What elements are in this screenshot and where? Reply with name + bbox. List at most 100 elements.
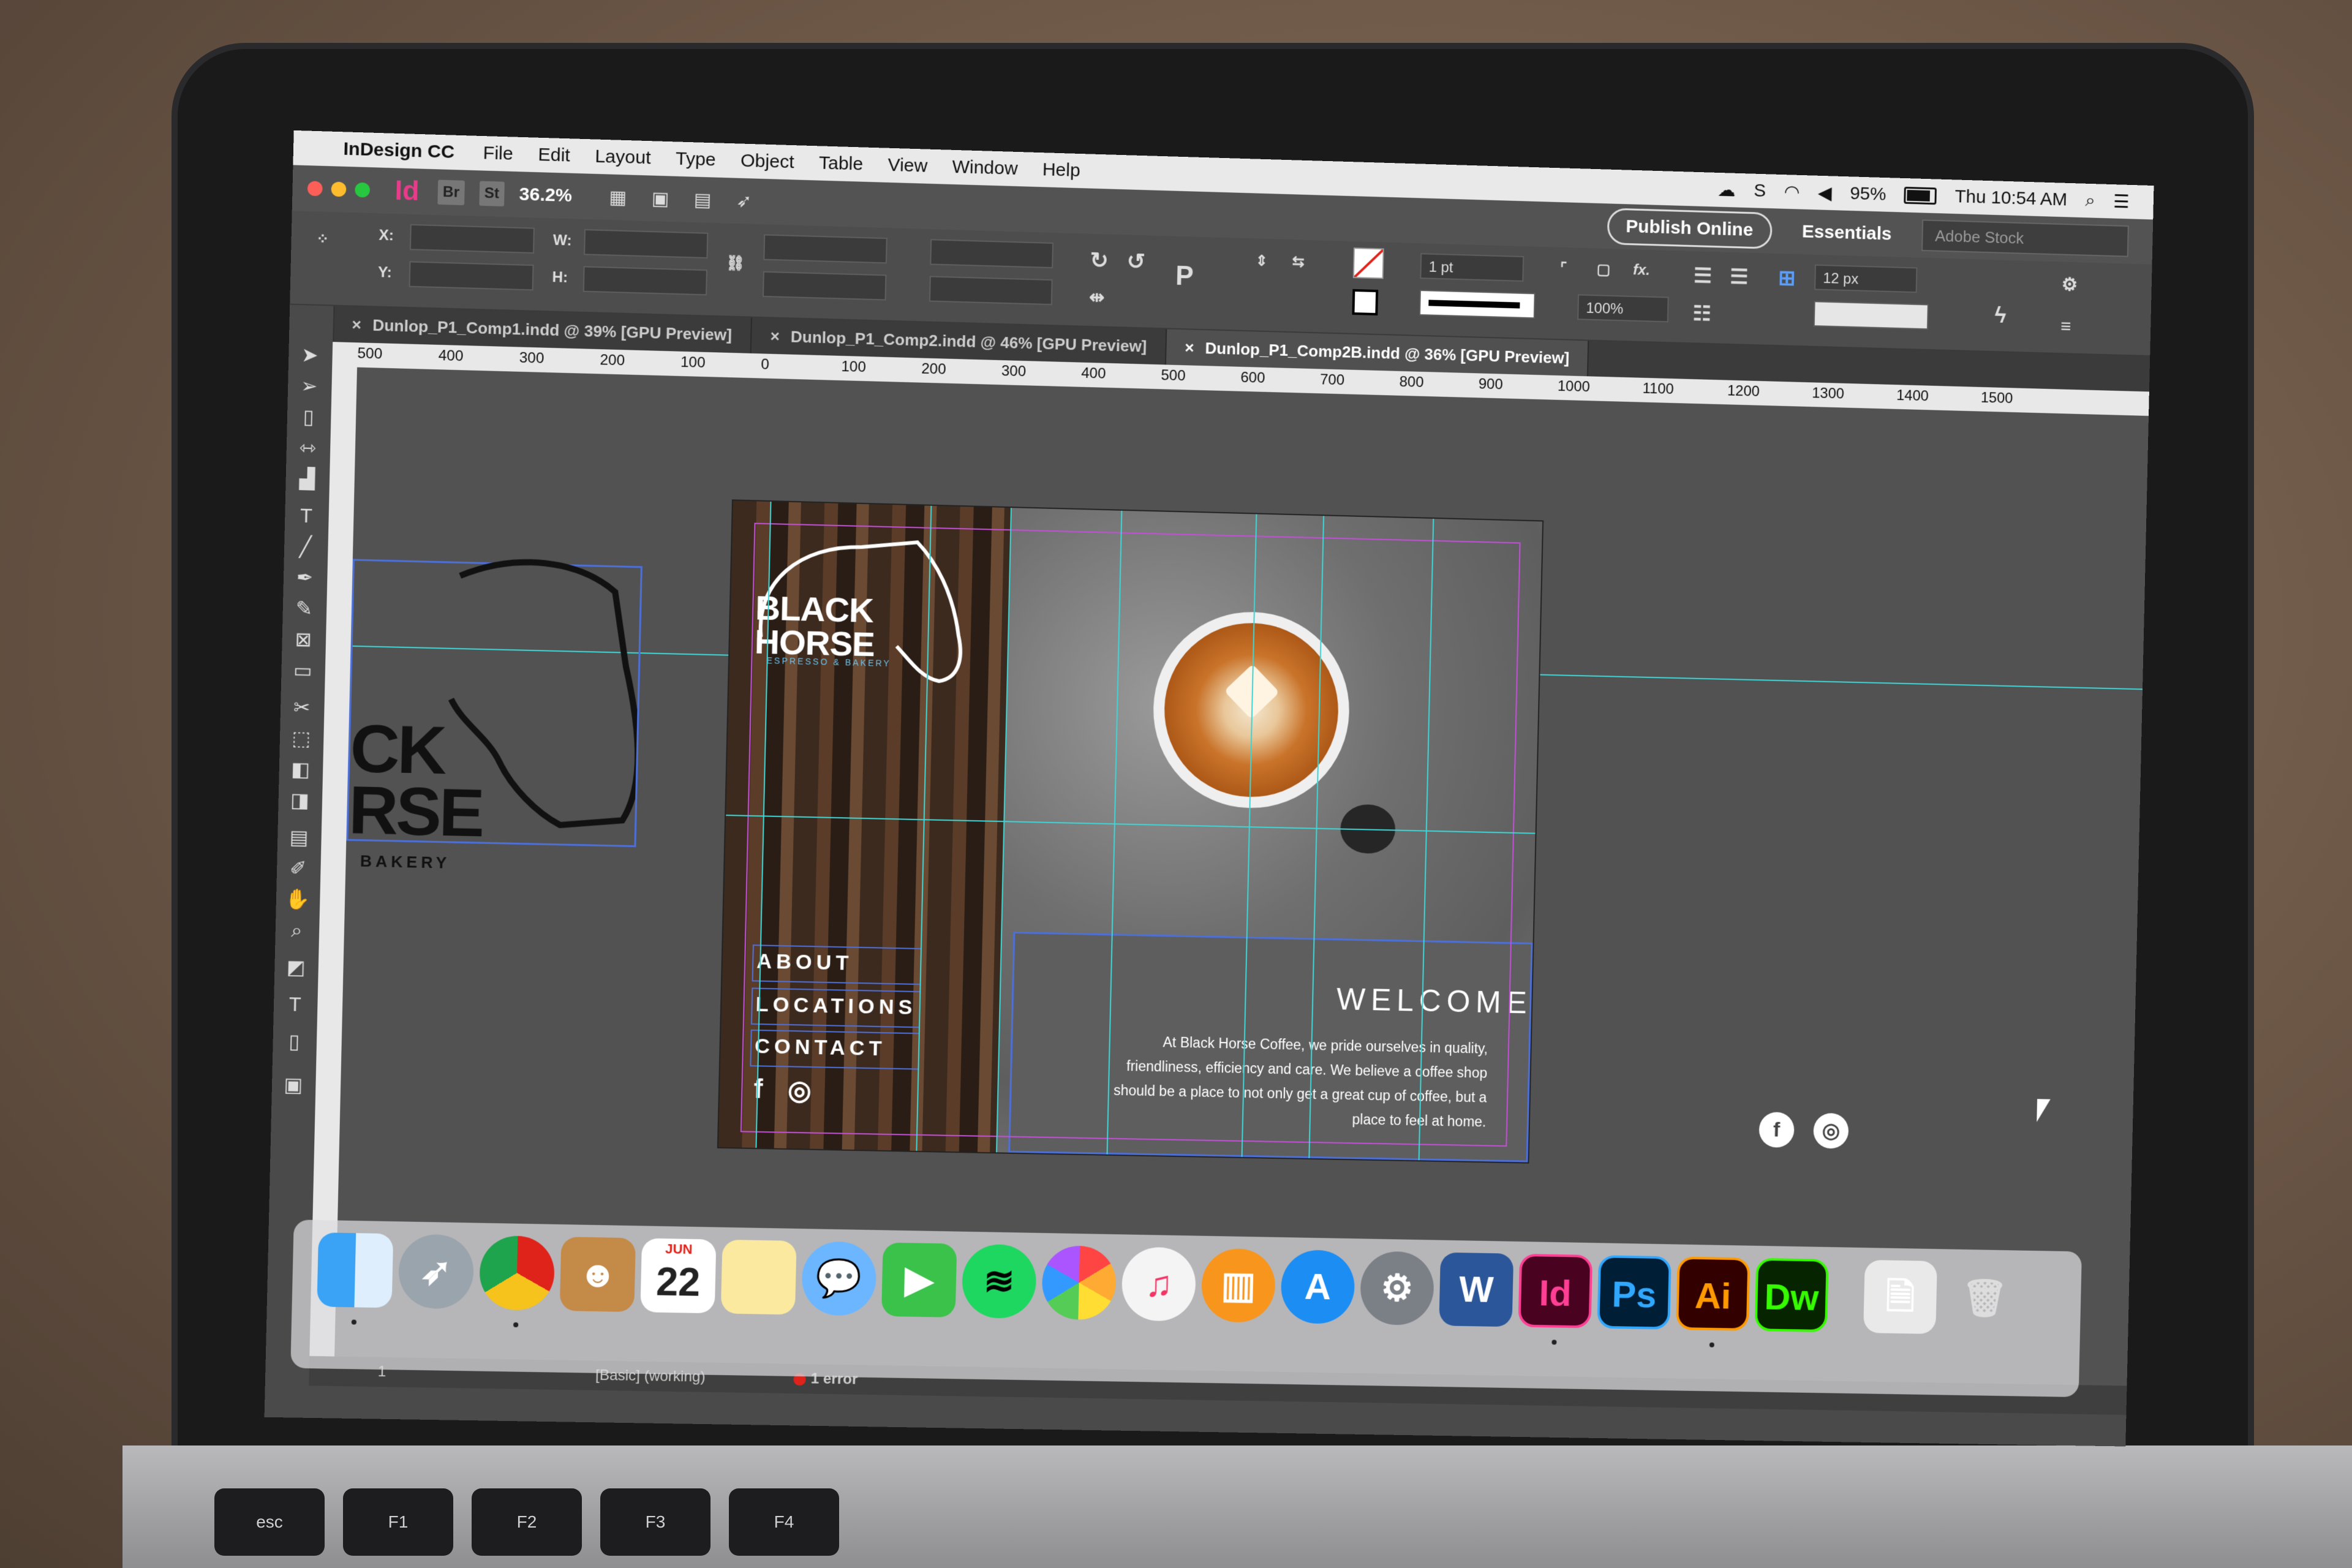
battery-percent[interactable]: 95% — [1850, 183, 1887, 205]
width-field[interactable] — [584, 229, 709, 259]
close-window-button[interactable] — [307, 181, 323, 197]
fill-stroke-icon[interactable]: ◩ — [283, 954, 309, 979]
text-frame-options-icon[interactable]: ☷ — [1692, 301, 1711, 326]
publish-online-button[interactable]: Publish Online — [1607, 208, 1773, 249]
flip-horizontal-icon[interactable]: ⇹ — [1089, 287, 1105, 309]
opacity-field[interactable]: 100% — [1577, 294, 1669, 323]
quick-apply-icon[interactable]: ϟ — [1994, 303, 2007, 328]
battery-icon[interactable] — [1904, 186, 1937, 205]
bridge-button[interactable]: Br — [437, 179, 465, 206]
rectangle-tool-icon[interactable]: ▭ — [290, 658, 315, 683]
volume-icon[interactable]: ◀ — [1818, 182, 1833, 203]
settings-gear-icon[interactable]: ⚙ — [2061, 274, 2078, 295]
free-transform-tool-icon[interactable]: ⬚ — [288, 726, 314, 751]
type-tool-icon[interactable]: T — [293, 503, 319, 528]
adobe-stock-search[interactable]: Adobe Stock — [1921, 219, 2129, 257]
menu-view[interactable]: View — [875, 154, 940, 177]
formatting-affects-icon[interactable]: T — [282, 992, 308, 1017]
scale-x-field[interactable] — [763, 234, 888, 264]
menu-edit[interactable]: Edit — [526, 144, 583, 167]
menu-app-name[interactable]: InDesign CC — [337, 138, 471, 164]
x-field[interactable] — [409, 224, 535, 254]
rotation-field[interactable] — [930, 239, 1054, 269]
apply-color-icon[interactable]: ▯ — [281, 1029, 307, 1054]
chrome-icon[interactable] — [478, 1235, 556, 1311]
menu-object[interactable]: Object — [728, 150, 807, 173]
eyedropper-tool-icon[interactable]: ✐ — [285, 856, 311, 881]
align-right-icon[interactable]: ☰ — [1730, 265, 1749, 290]
direct-selection-tool-icon[interactable]: ➢ — [296, 373, 322, 398]
spotlight-icon[interactable]: ⌕ — [2085, 190, 2095, 211]
menu-layout[interactable]: Layout — [582, 146, 663, 169]
close-tab-icon[interactable]: × — [1185, 338, 1194, 356]
facetime-icon[interactable]: ▶ — [881, 1242, 957, 1317]
notification-center-icon[interactable]: ☰ — [2113, 191, 2130, 213]
column-gutter-field[interactable]: 12 px — [1814, 264, 1918, 293]
itunes-icon[interactable]: ♫ — [1121, 1246, 1197, 1322]
skype-icon[interactable]: S — [1754, 181, 1766, 202]
stroke-weight-field[interactable]: 1 pt — [1420, 253, 1525, 282]
gradient-swatch-tool-icon[interactable]: ◧ — [288, 756, 314, 782]
pencil-tool-icon[interactable]: ✎ — [292, 596, 317, 621]
downloads-stack-icon[interactable]: 🗎 — [1863, 1259, 1937, 1335]
trash-icon[interactable]: 🗑 — [1948, 1261, 2022, 1335]
rotate-ccw-icon[interactable]: ↺ — [1126, 248, 1145, 274]
paragraph-icon[interactable]: P — [1175, 261, 1194, 292]
arrange-documents-icon[interactable]: ▤ — [694, 189, 712, 211]
previous-page-frame[interactable]: CK RSE BAKERY — [346, 559, 643, 872]
stroke-swatch[interactable] — [1352, 288, 1379, 316]
menu-clock[interactable]: Thu 10:54 AM — [1954, 186, 2067, 210]
panel-menu-icon[interactable]: ≡ — [2060, 317, 2071, 337]
effects-icon[interactable]: fx. — [1633, 262, 1650, 279]
menu-type[interactable]: Type — [663, 148, 728, 171]
calendar-icon[interactable]: JUN 22 — [640, 1238, 717, 1314]
publish-rocket-icon[interactable]: ➶ — [736, 190, 752, 212]
pen-tool-icon[interactable]: ✒ — [292, 565, 318, 590]
corner-options-icon[interactable]: ⌜ — [1560, 260, 1567, 277]
menu-window[interactable]: Window — [940, 156, 1030, 179]
app-store-icon[interactable]: A — [1280, 1250, 1355, 1324]
illustrator-dock-icon[interactable]: Ai — [1676, 1256, 1751, 1331]
wifi-icon[interactable]: ◠ — [1784, 181, 1800, 203]
menu-table[interactable]: Table — [806, 153, 875, 175]
launchpad-icon[interactable]: ➶ — [398, 1234, 475, 1310]
gradient-feather-tool-icon[interactable]: ◨ — [287, 788, 313, 813]
y-field[interactable] — [409, 261, 534, 291]
reference-point-icon[interactable]: ⁘ — [316, 230, 329, 249]
word-icon[interactable]: W — [1439, 1252, 1514, 1327]
pasteboard-instagram-icon[interactable]: ◎ — [1813, 1112, 1849, 1149]
stock-button[interactable]: St — [479, 181, 505, 206]
apple-icon[interactable] — [293, 148, 337, 149]
indesign-dock-icon[interactable]: Id — [1518, 1253, 1593, 1329]
photos-icon[interactable] — [1041, 1245, 1117, 1321]
zoom-tool-icon[interactable]: ⌕ — [284, 918, 310, 943]
rotate-icon[interactable]: ↻ — [1090, 247, 1109, 274]
columns-icon[interactable]: ⊞ — [1778, 266, 1796, 291]
messages-icon[interactable]: 💬 — [801, 1241, 877, 1316]
screen-mode-icon[interactable]: ▣ — [651, 187, 669, 209]
drop-shadow-icon[interactable]: ▢ — [1596, 260, 1610, 279]
pasteboard-facebook-icon[interactable]: f — [1758, 1112, 1795, 1148]
close-tab-icon[interactable]: × — [770, 327, 780, 346]
hand-tool-icon[interactable]: ✋ — [285, 886, 311, 911]
view-options-icon[interactable]: ▦ — [609, 186, 627, 208]
scissors-tool-icon[interactable]: ✂ — [289, 695, 315, 720]
height-field[interactable] — [582, 266, 707, 296]
document-page[interactable]: BLACK HORSE ESPRESSO & BAKERY ABOUT LOCA… — [718, 500, 1543, 1163]
constrain-proportions-icon[interactable]: ⛓ — [726, 254, 745, 273]
minimize-window-button[interactable] — [331, 181, 347, 197]
scale-y-field[interactable] — [762, 271, 887, 301]
line-tool-icon[interactable]: ╱ — [293, 534, 318, 559]
contacts-icon[interactable]: ☻ — [559, 1237, 636, 1313]
fill-none-swatch[interactable] — [1352, 247, 1384, 279]
notes-icon[interactable] — [720, 1239, 797, 1315]
screen-mode-tool-icon[interactable]: ▣ — [281, 1072, 306, 1097]
ibooks-icon[interactable]: ▥ — [1200, 1248, 1276, 1323]
page-tool-icon[interactable]: ▯ — [296, 404, 322, 429]
selection-tool-icon[interactable]: ➤ — [297, 342, 323, 368]
creative-cloud-icon[interactable]: ☁ — [1717, 179, 1736, 201]
finder-icon[interactable] — [317, 1232, 394, 1308]
spotify-icon[interactable]: ≋ — [961, 1243, 1037, 1319]
shear-field[interactable] — [929, 276, 1053, 306]
align-left-icon[interactable]: ☰ — [1694, 263, 1713, 288]
